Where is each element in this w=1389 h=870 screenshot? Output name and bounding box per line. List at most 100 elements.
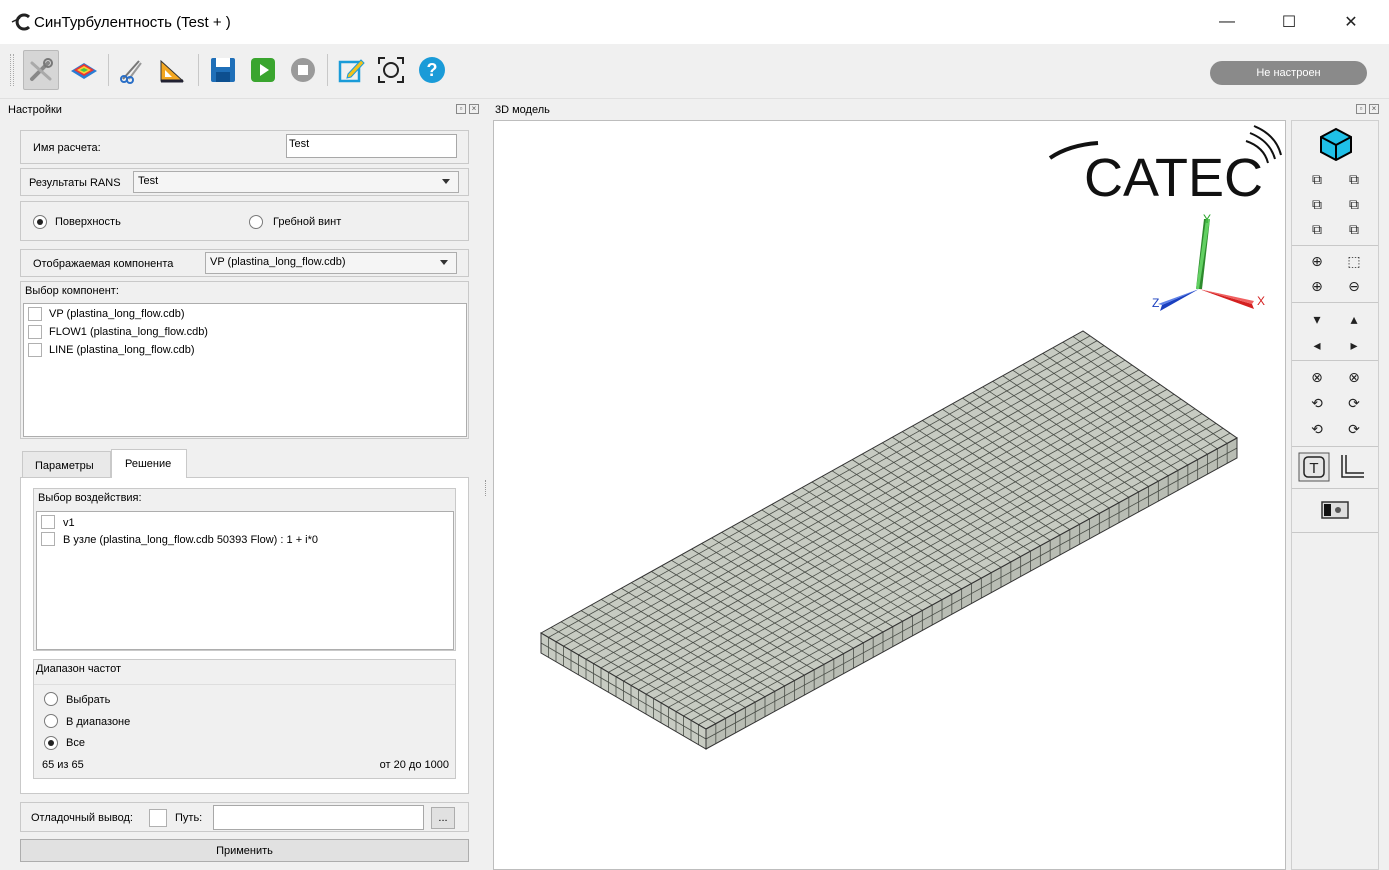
screenshot-camera-icon[interactable] [1319, 498, 1351, 522]
axis-x-label: X [1257, 294, 1265, 308]
measure-button[interactable] [154, 50, 190, 90]
3d-viewport[interactable]: Y X Z CATEC [493, 120, 1286, 870]
component-checkbox[interactable] [28, 325, 42, 339]
float-dock-icon[interactable]: ▫ [456, 104, 466, 114]
rans-select[interactable]: Test [133, 171, 459, 193]
axis-z-label: Z [1152, 296, 1159, 310]
rans-select-value: Test [138, 175, 159, 187]
propeller-radio[interactable] [249, 215, 263, 229]
cut-button[interactable] [114, 50, 150, 90]
zoom-in-icon[interactable]: ⊕ [1308, 277, 1326, 295]
freq-range-radio[interactable] [44, 714, 58, 728]
settings-tools-button[interactable] [23, 50, 59, 90]
pan-left-icon[interactable]: ◂ [1308, 336, 1326, 354]
component-label: Отображаемая компонента [33, 258, 174, 270]
calc-name-group: Имя расчета: Test [20, 130, 469, 164]
fit-view-button[interactable] [373, 50, 409, 90]
list-item[interactable]: FLOW1 (plastina_long_flow.cdb) [49, 326, 208, 338]
debug-group: Отладочный вывод: Путь: ... [20, 802, 469, 832]
debug-label: Отладочный вывод: [31, 812, 133, 824]
rotate-y-neg-icon[interactable]: ⟲ [1308, 394, 1326, 412]
freq-range-text: от 20 до 1000 [379, 759, 449, 771]
minimize-button[interactable]: — [1204, 0, 1250, 44]
freq-select-radio[interactable] [44, 692, 58, 706]
surface-view-button[interactable] [66, 50, 102, 90]
list-item[interactable]: LINE (plastina_long_flow.cdb) [49, 344, 195, 356]
right-view-icon[interactable]: ⧉ [1345, 195, 1363, 213]
browse-button[interactable]: ... [431, 807, 455, 829]
edit-button[interactable] [333, 50, 369, 90]
freq-select-label: Выбрать [66, 694, 111, 706]
isometric-view-icon[interactable] [1318, 127, 1354, 161]
surface-layers-icon [71, 63, 97, 79]
float-dock-icon[interactable]: ▫ [1356, 104, 1366, 114]
run-button[interactable] [245, 50, 281, 90]
component-select[interactable]: VP (plastina_long_flow.cdb) [205, 252, 457, 274]
toolbar-grip[interactable] [10, 54, 14, 86]
pan-up-icon[interactable]: ▴ [1345, 310, 1363, 328]
pan-down-icon[interactable]: ▾ [1308, 310, 1326, 328]
effect-checkbox[interactable] [41, 515, 55, 529]
front-view-icon[interactable]: ⧉ [1308, 170, 1326, 188]
effect-checkbox[interactable] [41, 532, 55, 546]
calc-name-input[interactable]: Test [286, 134, 457, 158]
mesh-top-face [541, 331, 1237, 729]
stop-button[interactable] [285, 50, 321, 90]
component-checkbox[interactable] [28, 343, 42, 357]
bottom-view-icon[interactable]: ⧉ [1345, 220, 1363, 238]
rotate-z-neg-icon[interactable]: ⟲ [1308, 420, 1326, 438]
propeller-radio-label: Гребной винт [273, 216, 342, 228]
left-view-icon[interactable]: ⧉ [1308, 195, 1326, 213]
close-dock-icon[interactable]: × [469, 104, 479, 114]
freq-all-radio[interactable] [44, 736, 58, 750]
splitter-handle[interactable] [485, 480, 487, 496]
zoom-out-icon[interactable]: ⊖ [1345, 277, 1363, 295]
save-button[interactable] [205, 50, 241, 90]
path-input[interactable] [213, 805, 424, 830]
components-list[interactable]: VP (plastina_long_flow.cdb) FLOW1 (plast… [23, 303, 467, 437]
tab-parameters[interactable]: Параметры [22, 451, 111, 477]
close-button[interactable]: ✕ [1328, 0, 1374, 44]
axis-y-label: Y [1203, 212, 1211, 226]
back-view-icon[interactable]: ⧉ [1345, 170, 1363, 188]
list-item[interactable]: v1 [63, 517, 75, 529]
settings-tools-icon [30, 58, 53, 81]
top-view-icon[interactable]: ⧉ [1308, 220, 1326, 238]
component-checkbox[interactable] [28, 307, 42, 321]
play-icon [251, 58, 275, 82]
list-item[interactable]: VP (plastina_long_flow.cdb) [49, 308, 185, 320]
surface-radio-label: Поверхность [55, 216, 121, 228]
surface-radio[interactable] [33, 215, 47, 229]
apply-button[interactable]: Применить [20, 839, 469, 862]
path-label: Путь: [175, 812, 203, 824]
rotate-z-pos-icon[interactable]: ⟳ [1345, 420, 1363, 438]
mesh-canvas[interactable]: Y X Z CATEC [494, 121, 1287, 870]
zoom-window-icon[interactable]: ⬚ [1345, 252, 1363, 270]
effects-list[interactable]: v1 В узле (plastina_long_flow.cdb 50393 … [36, 511, 454, 650]
list-item[interactable]: В узле (plastina_long_flow.cdb 50393 Flo… [63, 534, 318, 546]
settings-dock-title: Настройки [8, 104, 62, 116]
help-button[interactable]: ? [414, 50, 450, 90]
maximize-button[interactable]: ☐ [1266, 0, 1312, 44]
divider [1292, 360, 1378, 361]
window-title: СинТурбулентность (Test + ) [34, 14, 231, 31]
mode-radio-group: Поверхность Гребной винт [20, 201, 469, 241]
svg-text:?: ? [427, 60, 438, 80]
rotate-y-pos-icon[interactable]: ⟳ [1345, 394, 1363, 412]
close-dock-icon[interactable]: × [1369, 104, 1379, 114]
divider [1292, 446, 1378, 447]
rotate-x-neg-icon[interactable]: ⊗ [1308, 368, 1326, 386]
zoom-all-icon[interactable]: ⊕ [1308, 252, 1326, 270]
text-toggle-icon[interactable]: T [1298, 452, 1330, 482]
divider [1292, 532, 1378, 533]
pan-right-icon[interactable]: ▸ [1345, 336, 1363, 354]
axes-toggle-icon[interactable] [1336, 452, 1368, 482]
scissors-icon [120, 60, 142, 84]
effects-group: Выбор воздействия: v1 В узле (plastina_l… [33, 488, 456, 651]
tab-solution-label: Решение [125, 458, 172, 470]
debug-checkbox[interactable] [149, 809, 167, 827]
component-select-value: VP (plastina_long_flow.cdb) [210, 256, 346, 268]
tab-solution[interactable]: Решение [111, 449, 187, 478]
rotate-x-pos-icon[interactable]: ⊗ [1345, 368, 1363, 386]
status-badge: Не настроен [1210, 61, 1367, 85]
